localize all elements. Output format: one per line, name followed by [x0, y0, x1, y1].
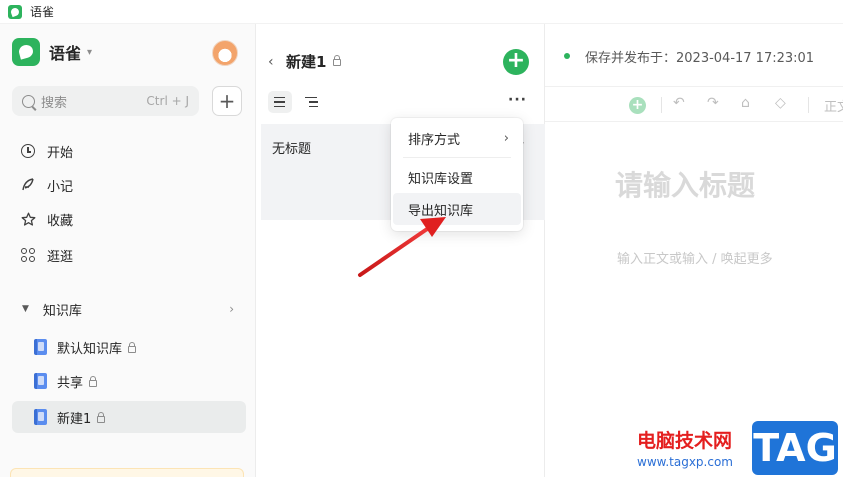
brand-switcher[interactable]: 语雀 ▾: [12, 38, 92, 66]
watermark-site-name: 电脑技术网: [637, 430, 733, 452]
eraser-icon[interactable]: ◇: [775, 95, 786, 111]
clock-icon: [20, 143, 36, 159]
editor-toolbar: + ↶ ↷ ⌂ ◇ 正文: [545, 86, 843, 122]
sidebar-item-label: 逛逛: [47, 249, 74, 265]
grid-icon: [20, 247, 36, 263]
title-input[interactable]: 请输入标题: [615, 164, 755, 204]
book-label: 共享: [57, 375, 84, 391]
sidebar: 语雀 ▾ 搜索 Ctrl + J + 开始 小记 收藏 逛逛 ▼ 知识库 › 默…: [0, 24, 256, 477]
panel-title-text: 新建1: [286, 53, 327, 71]
search-shortcut: Ctrl + J: [146, 94, 189, 108]
watermark-url: www.tagxp.com: [637, 455, 733, 469]
brand-name: 语雀: [49, 44, 82, 63]
sidebar-item-notes[interactable]: 小记: [12, 170, 244, 200]
list-view-icon[interactable]: [268, 91, 292, 113]
back-icon[interactable]: ‹: [268, 54, 274, 70]
app-logo-icon: [8, 4, 22, 19]
book-label: 新建1: [57, 411, 92, 427]
undo-icon[interactable]: ↶: [673, 95, 685, 111]
book-icon: [34, 339, 47, 355]
sidebar-item-label: 开始: [47, 145, 74, 161]
doc-title: 无标题: [272, 142, 312, 157]
search-placeholder: 搜索: [41, 95, 68, 111]
caret-down-icon[interactable]: ▼: [22, 304, 29, 314]
save-status-dot: [564, 53, 570, 59]
tree-view-icon[interactable]: [304, 91, 324, 113]
window-titlebar: 语雀: [0, 0, 843, 24]
chevron-right-icon: ›: [503, 130, 509, 146]
sidebar-item-start[interactable]: 开始: [12, 136, 244, 166]
sidebar-book-default[interactable]: 默认知识库: [12, 331, 246, 363]
menu-divider: [403, 157, 511, 158]
save-status: 保存并发布于：2023-04-17 17:23:01: [585, 51, 815, 66]
insert-icon[interactable]: +: [629, 97, 646, 114]
book-icon: [34, 409, 47, 425]
panel-title: 新建1: [286, 51, 342, 72]
menu-item-kb-settings[interactable]: 知识库设置: [393, 161, 521, 193]
toolbar-divider: [808, 97, 809, 113]
search-icon: [22, 94, 35, 108]
promo-banner[interactable]: [10, 468, 244, 477]
sidebar-item-label: 小记: [47, 179, 74, 195]
editor-panel: 保存并发布于：2023-04-17 17:23:01 + ↶ ↷ ⌂ ◇ 正文 …: [545, 24, 843, 477]
annotation-arrow-icon: [358, 217, 446, 277]
body-input[interactable]: 输入正文或输入 / 唤起更多: [617, 248, 773, 267]
format-painter-icon[interactable]: ⌂: [741, 95, 750, 111]
toolbar-divider: [661, 97, 662, 113]
search-input[interactable]: 搜索 Ctrl + J: [12, 86, 199, 116]
add-button[interactable]: +: [212, 86, 242, 116]
menu-item-sort[interactable]: 排序方式 ›: [393, 122, 521, 154]
window-title: 语雀: [30, 5, 55, 19]
more-icon[interactable]: ···: [508, 92, 527, 108]
new-doc-button[interactable]: +: [503, 49, 529, 75]
sidebar-item-explore[interactable]: 逛逛: [12, 240, 244, 270]
lock-icon: [333, 55, 342, 66]
redo-icon[interactable]: ↷: [707, 95, 719, 111]
lock-icon: [97, 411, 106, 423]
sidebar-item-label: 收藏: [47, 213, 74, 229]
chevron-down-icon: ▾: [87, 46, 93, 58]
knowledge-base-header[interactable]: ▼ 知识库 ›: [12, 294, 244, 324]
menu-item-label: 排序方式: [408, 132, 461, 148]
star-icon: [20, 211, 36, 227]
lock-icon: [89, 375, 98, 387]
book-icon: [34, 373, 47, 389]
feather-icon: [20, 177, 36, 193]
paragraph-style-select[interactable]: 正文: [824, 96, 843, 115]
sidebar-book-new1[interactable]: 新建1: [12, 401, 246, 433]
menu-item-label: 知识库设置: [408, 171, 474, 187]
chevron-right-icon[interactable]: ›: [229, 302, 234, 316]
knowledge-base-title: 知识库: [42, 303, 82, 319]
avatar[interactable]: [212, 40, 238, 66]
brand-logo-icon: [12, 38, 40, 66]
lock-icon: [128, 341, 137, 353]
book-label: 默认知识库: [57, 341, 123, 357]
sidebar-item-favorites[interactable]: 收藏: [12, 204, 244, 234]
sidebar-book-shared[interactable]: 共享: [12, 365, 246, 397]
watermark-tag-logo: TAG: [752, 421, 838, 475]
